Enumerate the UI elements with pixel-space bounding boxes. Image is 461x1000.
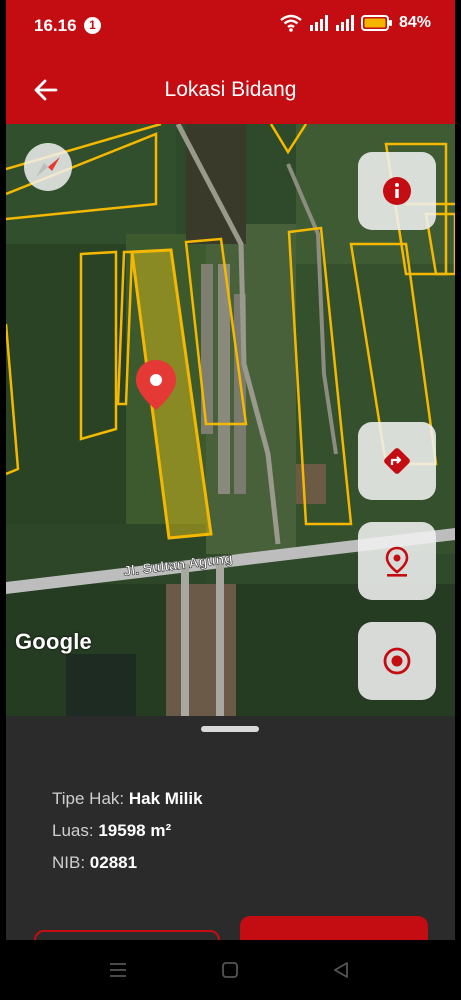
status-time: 16.16: [34, 16, 77, 35]
back-triangle-icon[interactable]: [331, 960, 351, 980]
system-nav-bar: [0, 940, 461, 1000]
status-bar: 16.16 1 84%: [6, 0, 455, 56]
tipe-hak-row: Tipe Hak: Hak Milik: [52, 789, 203, 809]
details-sheet: Tipe Hak: Hak Milik Luas: 19598 m² NIB: …: [6, 716, 455, 940]
luas-value: 19598 m²: [98, 821, 172, 840]
tipe-hak-value: Hak Milik: [128, 789, 203, 808]
map-pin-icon: [385, 546, 409, 577]
menu-icon[interactable]: [108, 960, 128, 980]
info-icon: [383, 177, 411, 205]
status-icons: 84%: [279, 14, 431, 32]
app-frame: 16.16 1 84% Lokasi Bidang Jl. Sultan Agu…: [6, 0, 455, 940]
my-location-button[interactable]: [358, 622, 436, 700]
battery-percent: 84%: [398, 14, 431, 31]
primary-action-button[interactable]: [240, 916, 428, 940]
page-title: Lokasi Bidang: [164, 78, 297, 101]
sheet-handle[interactable]: [201, 726, 259, 732]
signal-icon: [309, 15, 328, 31]
info-button[interactable]: [358, 152, 436, 230]
app-bar: Lokasi Bidang: [6, 56, 455, 124]
battery-icon: [360, 15, 392, 31]
nib-value: 02881: [89, 853, 138, 872]
compass-icon[interactable]: [24, 143, 72, 191]
notification-badge: 1: [84, 17, 101, 34]
luas-row: Luas: 19598 m²: [52, 821, 171, 841]
nib-row: NIB: 02881: [52, 853, 137, 873]
directions-icon: [384, 448, 410, 474]
signal-icon: [335, 15, 354, 31]
luas-label: Luas:: [52, 821, 94, 840]
marker-button[interactable]: [358, 522, 436, 600]
wifi-icon: [280, 14, 302, 32]
secondary-action-button[interactable]: [34, 930, 220, 940]
home-icon[interactable]: [220, 960, 240, 980]
directions-button[interactable]: [358, 422, 436, 500]
nib-label: NIB:: [52, 853, 86, 872]
map-attribution: Google: [15, 629, 92, 654]
tipe-hak-label: Tipe Hak:: [52, 789, 125, 808]
target-icon: [383, 647, 411, 675]
satellite-map[interactable]: Jl. Sultan Agung Google: [6, 124, 455, 716]
